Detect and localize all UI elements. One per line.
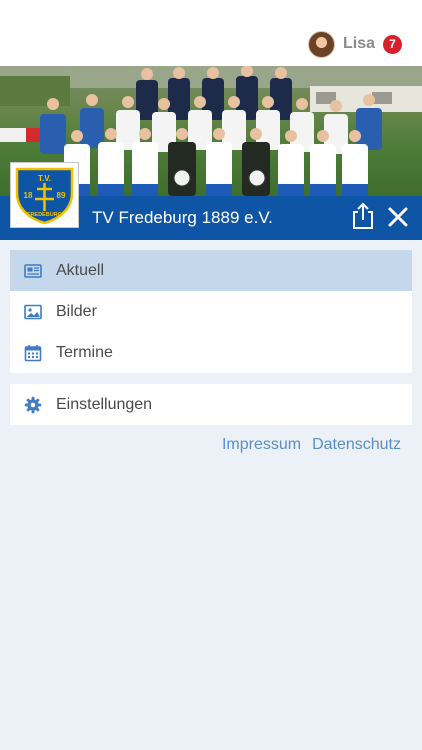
share-icon[interactable] <box>350 202 376 230</box>
menu-item-bilder[interactable]: Bilder <box>10 291 412 332</box>
menu-item-aktuell[interactable]: Aktuell <box>10 250 412 291</box>
impressum-link[interactable]: Impressum <box>222 436 301 454</box>
menu-item-label: Termine <box>56 343 113 361</box>
calendar-icon <box>24 344 42 361</box>
notification-badge[interactable]: 7 <box>383 34 402 54</box>
close-icon[interactable] <box>386 205 410 229</box>
logo-text-top: T.V. <box>38 174 51 183</box>
user-name[interactable]: Lisa <box>343 35 375 53</box>
menu-item-termine[interactable]: Termine <box>10 332 412 373</box>
menu-item-label: Aktuell <box>56 261 105 279</box>
menu-item-einstellungen[interactable]: Einstellungen <box>10 384 412 425</box>
logo-text-bottom: FREDEBURG <box>27 212 62 218</box>
menu-item-label: Einstellungen <box>56 395 153 413</box>
main-menu: Aktuell Bilder Termine <box>10 250 412 373</box>
gear-icon <box>24 396 42 413</box>
user-profile[interactable]: Lisa 7 <box>307 30 402 58</box>
logo-year-left: 18 <box>24 191 33 200</box>
avatar[interactable] <box>307 30 335 58</box>
newspaper-icon <box>24 263 42 278</box>
settings-card: Einstellungen <box>10 384 412 425</box>
datenschutz-link[interactable]: Datenschutz <box>312 436 401 454</box>
club-name: TV Fredeburg 1889 e.V. <box>92 208 273 227</box>
top-bar: Lisa 7 <box>0 0 422 66</box>
logo-year-right: 89 <box>57 191 66 200</box>
image-icon <box>24 304 42 319</box>
footer-links: Impressum Datenschutz <box>222 436 401 454</box>
club-logo: T.V. 18 89 FREDEBURG <box>10 162 79 228</box>
menu-item-label: Bilder <box>56 302 97 320</box>
